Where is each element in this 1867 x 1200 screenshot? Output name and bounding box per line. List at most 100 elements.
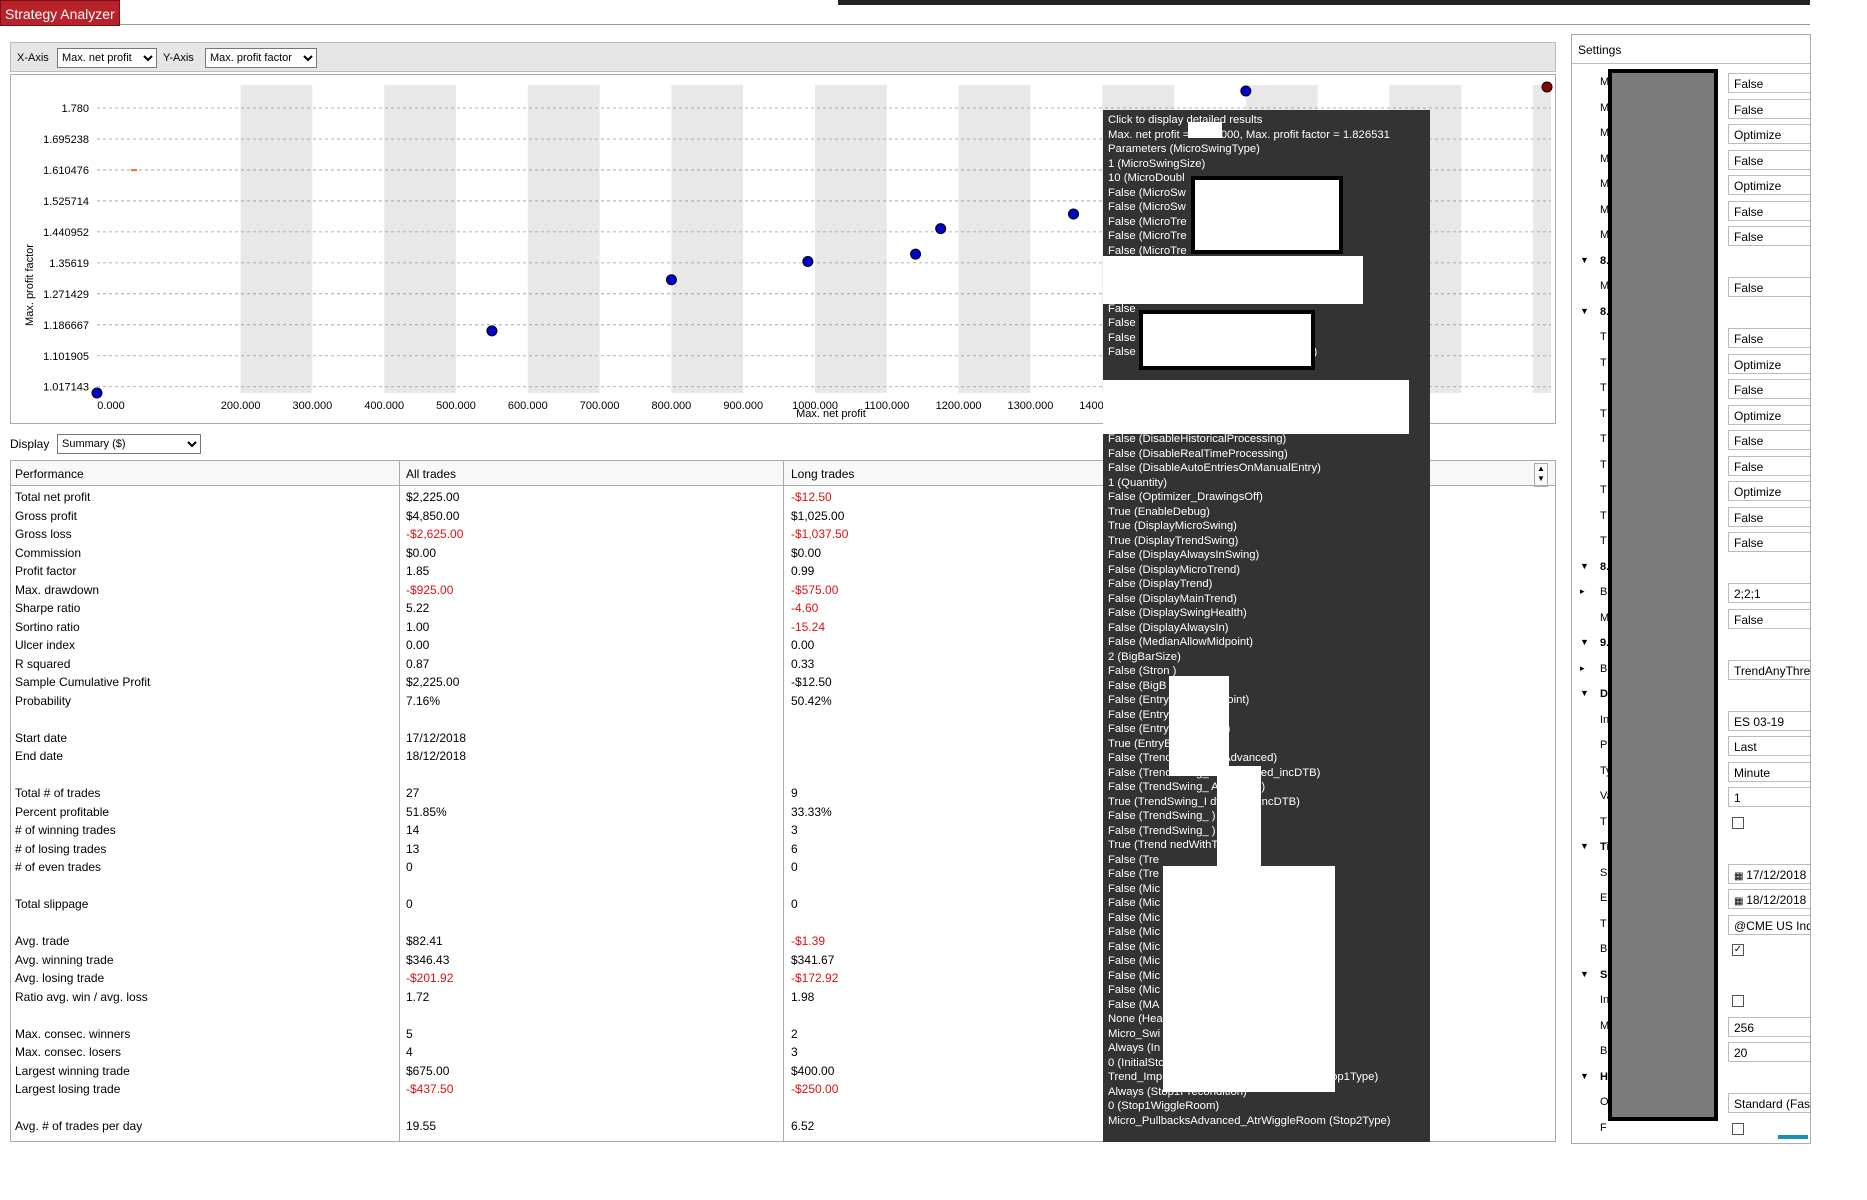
all-trades-value: 5 [406,1026,413,1041]
checked-checkbox[interactable]: ✓ [1732,944,1744,956]
all-trades-value: 0.00 [406,638,430,652]
settings-value-field[interactable]: False [1728,200,1810,221]
collapse-icon[interactable]: ▼ [1580,969,1589,979]
settings-row-label: T [1600,433,1607,445]
settings-value-field[interactable]: Optimize [1728,124,1810,144]
settings-value-field[interactable]: False [1728,455,1810,476]
y-axis-title: Max. profit factor [24,244,36,326]
results-tooltip[interactable]: Click to display detailed results Max. ne… [1103,110,1430,1142]
strategy-analyzer-tab[interactable]: Strategy Analyzer [0,0,120,26]
settings-value-field[interactable]: 1 [1728,787,1810,807]
all-trades-value: 7.16% [406,693,441,708]
collapse-icon[interactable]: ▼ [1580,841,1589,851]
all-trades-value: $82.41 [406,934,443,948]
data-point[interactable] [1240,85,1252,97]
expand-icon[interactable]: ▸ [1580,586,1585,597]
x-tick-label: 400.000 [364,400,404,412]
settings-value-field[interactable]: False [1728,430,1810,450]
long-trades-value: -$1.39 [791,934,826,948]
settings-value-field[interactable]: Optimize [1728,404,1810,425]
settings-value-field[interactable]: False [1728,532,1810,552]
settings-value-field[interactable]: Optimize [1728,353,1810,374]
collapse-icon[interactable]: ▼ [1580,688,1589,698]
data-point[interactable] [802,255,814,267]
data-point[interactable] [486,325,498,337]
collapse-icon[interactable]: ▼ [1580,1071,1589,1081]
settings-value-field[interactable]: False [1728,328,1810,348]
collapse-icon[interactable]: ▼ [1580,561,1589,571]
settings-value-field[interactable]: Minute [1728,761,1810,782]
settings-value-field[interactable]: False [1728,277,1810,297]
settings-value-field[interactable]: Last [1728,736,1810,756]
all-trades-value: 1.72 [406,989,430,1004]
data-point[interactable] [91,387,103,399]
all-trades-value: $346.43 [406,952,450,967]
x-axis-select[interactable]: Max. net profit [57,48,157,68]
tooltip-line: False [1108,331,1136,344]
redaction-box [1103,380,1409,434]
settings-value-field[interactable]: ES 03-19 [1728,710,1810,731]
settings-date-field[interactable]: ▦ 18/12/2018 [1728,889,1810,909]
y-axis-select[interactable]: Max. profit factor [205,48,317,68]
highlighted-data-point[interactable] [1541,81,1553,93]
data-point[interactable] [935,223,947,235]
settings-value-field[interactable]: False [1728,608,1810,629]
settings-value-field[interactable]: 256 [1728,1016,1810,1037]
settings-value-field[interactable]: 20 [1728,1042,1810,1062]
collapse-icon[interactable]: ▼ [1580,255,1589,265]
all-trades-value: $675.00 [406,1063,450,1078]
metric-name: Sharpe ratio [15,601,81,615]
long-trades-value: 2 [791,1026,798,1041]
settings-row-label: E [1600,892,1608,904]
checkbox[interactable] [1732,816,1744,829]
status-strip [1778,1135,1808,1139]
all-trades-value: $0.00 [406,545,437,560]
data-point[interactable] [665,274,677,286]
settings-value-field[interactable]: False [1728,149,1810,170]
metric-name: Avg. losing trade [15,971,105,985]
calendar-icon[interactable]: ▦ [1734,896,1746,907]
data-point[interactable] [910,248,922,260]
settings-value-field[interactable]: 2;2;1 [1728,583,1810,603]
metric-name: Probability [15,693,72,708]
tooltip-line: Parameters (MicroSwingType) [1108,143,1260,155]
settings-value-field[interactable]: False [1728,379,1810,399]
long-trades-value: $1,025.00 [791,508,845,523]
data-point[interactable] [1068,208,1080,220]
settings-value-field[interactable]: Standard (Fast [1728,1093,1810,1113]
settings-row-label: T [1600,458,1607,471]
checkbox[interactable] [1732,1122,1744,1135]
tooltip-line: 0 (Stop1WiggleRoom) [1108,1100,1220,1112]
settings-title: Settings [1578,43,1622,57]
collapse-icon[interactable]: ▼ [1580,637,1589,647]
tooltip-line: True (DisplayTrendSwing) [1108,534,1239,547]
all-trades-value: -$925.00 [406,582,454,597]
settings-value-field[interactable]: False [1728,506,1810,527]
settings-value-field[interactable]: Optimize [1728,175,1810,195]
grid-scroll-arrows[interactable]: ▲ ▼ [1534,463,1548,487]
tooltip-line: True (EnableDebug) [1108,505,1210,518]
tooltip-line: False (Stron ) [1108,665,1177,677]
settings-value-field[interactable]: False [1728,226,1810,246]
collapse-icon[interactable]: ▼ [1580,306,1589,316]
tooltip-line: False (MicroTre [1108,230,1187,242]
metric-name: Total # of trades [15,786,101,800]
x-tick-label: 300.000 [293,400,333,412]
settings-value-field[interactable]: False [1728,98,1810,119]
settings-value-field[interactable]: False [1728,73,1810,93]
header-all-trades[interactable]: All trades [406,467,456,481]
display-select[interactable]: Summary ($) [57,434,201,454]
settings-value-field[interactable]: TrendAnyThree [1728,659,1810,680]
header-performance[interactable]: Performance [15,467,84,481]
all-trades-value: -$201.92 [406,971,454,985]
expand-icon[interactable]: ▸ [1580,663,1585,674]
settings-date-field[interactable]: ▦ 17/12/2018 [1728,863,1810,884]
calendar-icon[interactable]: ▦ [1734,871,1746,882]
checkbox[interactable] [1732,995,1744,1007]
metric-name: R squared [15,656,71,671]
settings-row-label: T [1600,917,1607,930]
header-long-trades[interactable]: Long trades [791,467,854,481]
settings-value-field[interactable]: @CME US Inde [1728,914,1810,935]
settings-value-field[interactable]: Optimize [1728,481,1810,501]
tooltip-line: False (TrendSwing_ ) [1108,810,1216,822]
